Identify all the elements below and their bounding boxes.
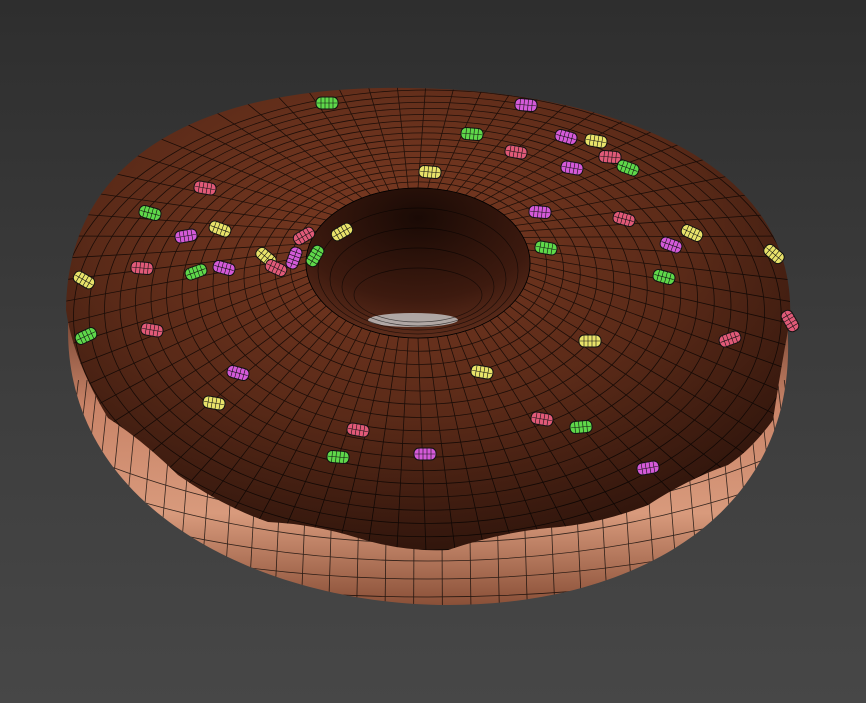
donut-hole [305, 187, 531, 339]
sprinkle [528, 204, 552, 220]
sprinkle [315, 96, 339, 110]
sprinkle [413, 447, 437, 461]
sprinkle [460, 126, 484, 142]
3d-viewport[interactable] [0, 0, 866, 703]
sprinkle [514, 97, 538, 113]
sprinkle [130, 260, 154, 276]
sprinkle [326, 449, 350, 465]
sprinkle [418, 164, 442, 180]
sprinkle [598, 149, 622, 165]
sprinkle [578, 334, 602, 348]
donut-model [66, 87, 800, 605]
sprinkle [569, 419, 593, 435]
